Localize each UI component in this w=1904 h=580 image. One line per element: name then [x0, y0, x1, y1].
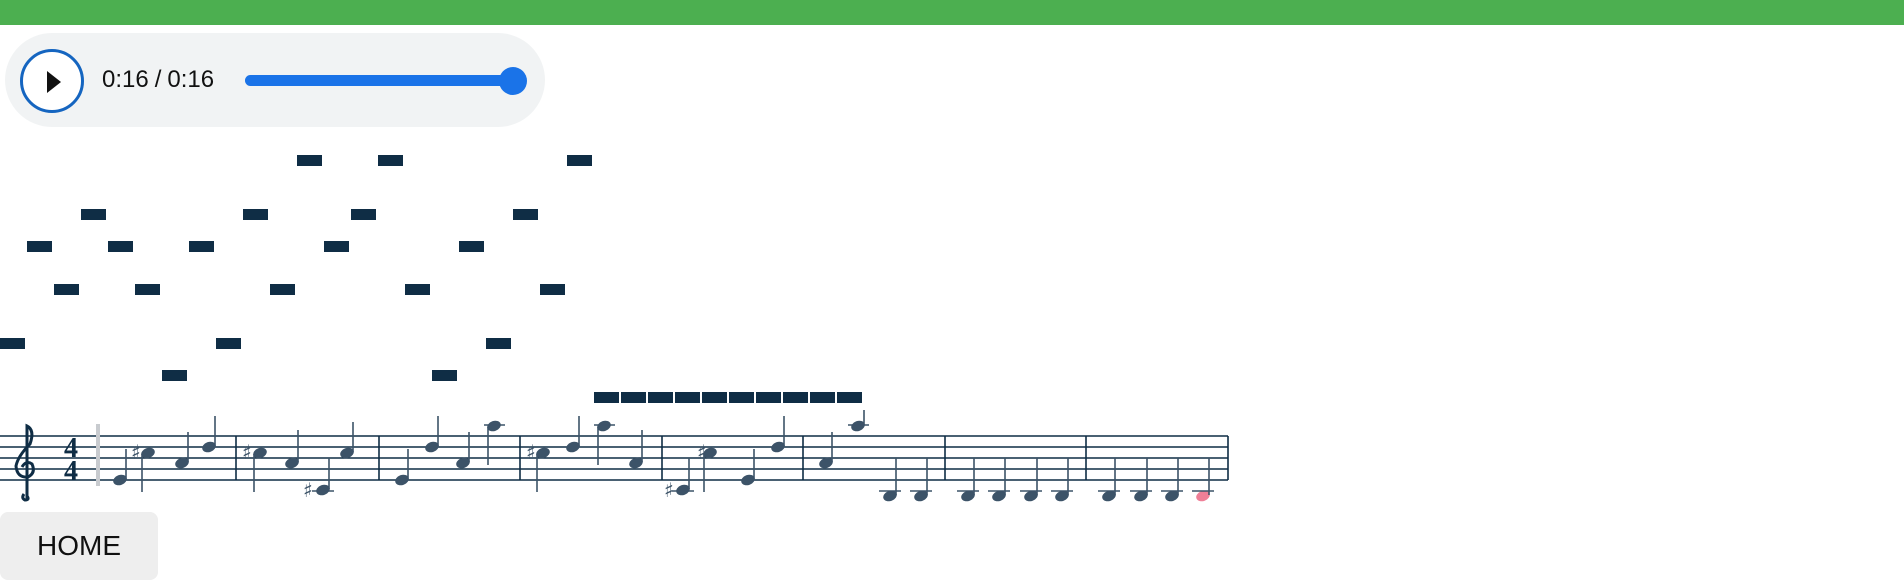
seek-progress: [245, 75, 513, 86]
score-note: [819, 432, 833, 469]
note-bar: [270, 284, 295, 295]
time-display: 0:16/0:16: [102, 66, 214, 94]
note-bar: [162, 370, 187, 381]
note-bar: [567, 155, 592, 166]
score-note: [202, 416, 216, 453]
note-bar: [378, 155, 403, 166]
sharp-icon: ♯: [131, 440, 141, 464]
note-bar: [432, 370, 457, 381]
note-bar: [756, 392, 781, 403]
seek-slider[interactable]: [245, 67, 527, 95]
note-bar: [702, 392, 727, 403]
time-signature-bottom: 4: [64, 456, 78, 487]
note-bar: [54, 284, 79, 295]
note-bar: [459, 241, 484, 252]
score-note: [340, 422, 354, 459]
sharp-icon: ♯: [242, 440, 252, 464]
score-note: [395, 449, 409, 486]
sharp-icon: ♯: [664, 478, 674, 502]
note-bar: [729, 392, 754, 403]
score-note: [425, 416, 439, 453]
sharp-icon: ♯: [697, 440, 707, 464]
note-bar: [81, 209, 106, 220]
playback-cursor: [96, 424, 100, 486]
score-note: [741, 449, 755, 486]
play-icon: [47, 71, 61, 93]
note-bar: [486, 338, 511, 349]
note-bar: [648, 392, 673, 403]
music-score: 4 4 ♯ ♯ ♯ ♯ ♯ ♯: [0, 410, 1229, 502]
time-separator: /: [154, 66, 162, 93]
home-button[interactable]: HOME: [0, 512, 158, 580]
note-bar: [243, 209, 268, 220]
score-note: [113, 449, 127, 486]
top-bar: [0, 0, 1904, 25]
treble-clef-icon: [14, 423, 35, 502]
note-bar: [135, 284, 160, 295]
note-bar: [837, 392, 862, 403]
seek-thumb[interactable]: [499, 67, 527, 95]
piano-roll: [0, 140, 1000, 410]
note-bar: [0, 338, 25, 349]
current-time: 0:16: [102, 66, 149, 93]
note-bar: [189, 241, 214, 252]
note-bar: [324, 241, 349, 252]
score-note: [848, 410, 869, 432]
audio-player: 0:16/0:16: [5, 33, 545, 127]
note-bar: [675, 392, 700, 403]
note-bar: [297, 155, 322, 166]
note-bar: [216, 338, 241, 349]
note-bar: [621, 392, 646, 403]
score-note: [566, 416, 580, 453]
score-note: [771, 416, 785, 453]
note-bar: [810, 392, 835, 403]
score-note: [175, 432, 189, 469]
note-bar: [594, 392, 619, 403]
duration: 0:16: [167, 66, 215, 93]
note-bar: [27, 241, 52, 252]
sharp-icon: ♯: [303, 478, 313, 502]
note-bar: [513, 209, 538, 220]
note-bar: [405, 284, 430, 295]
note-bar: [783, 392, 808, 403]
note-bar: [108, 241, 133, 252]
sharp-icon: ♯: [526, 440, 536, 464]
note-bar: [351, 209, 376, 220]
play-button[interactable]: [20, 49, 84, 113]
score-note: [456, 432, 470, 469]
note-bar: [540, 284, 565, 295]
